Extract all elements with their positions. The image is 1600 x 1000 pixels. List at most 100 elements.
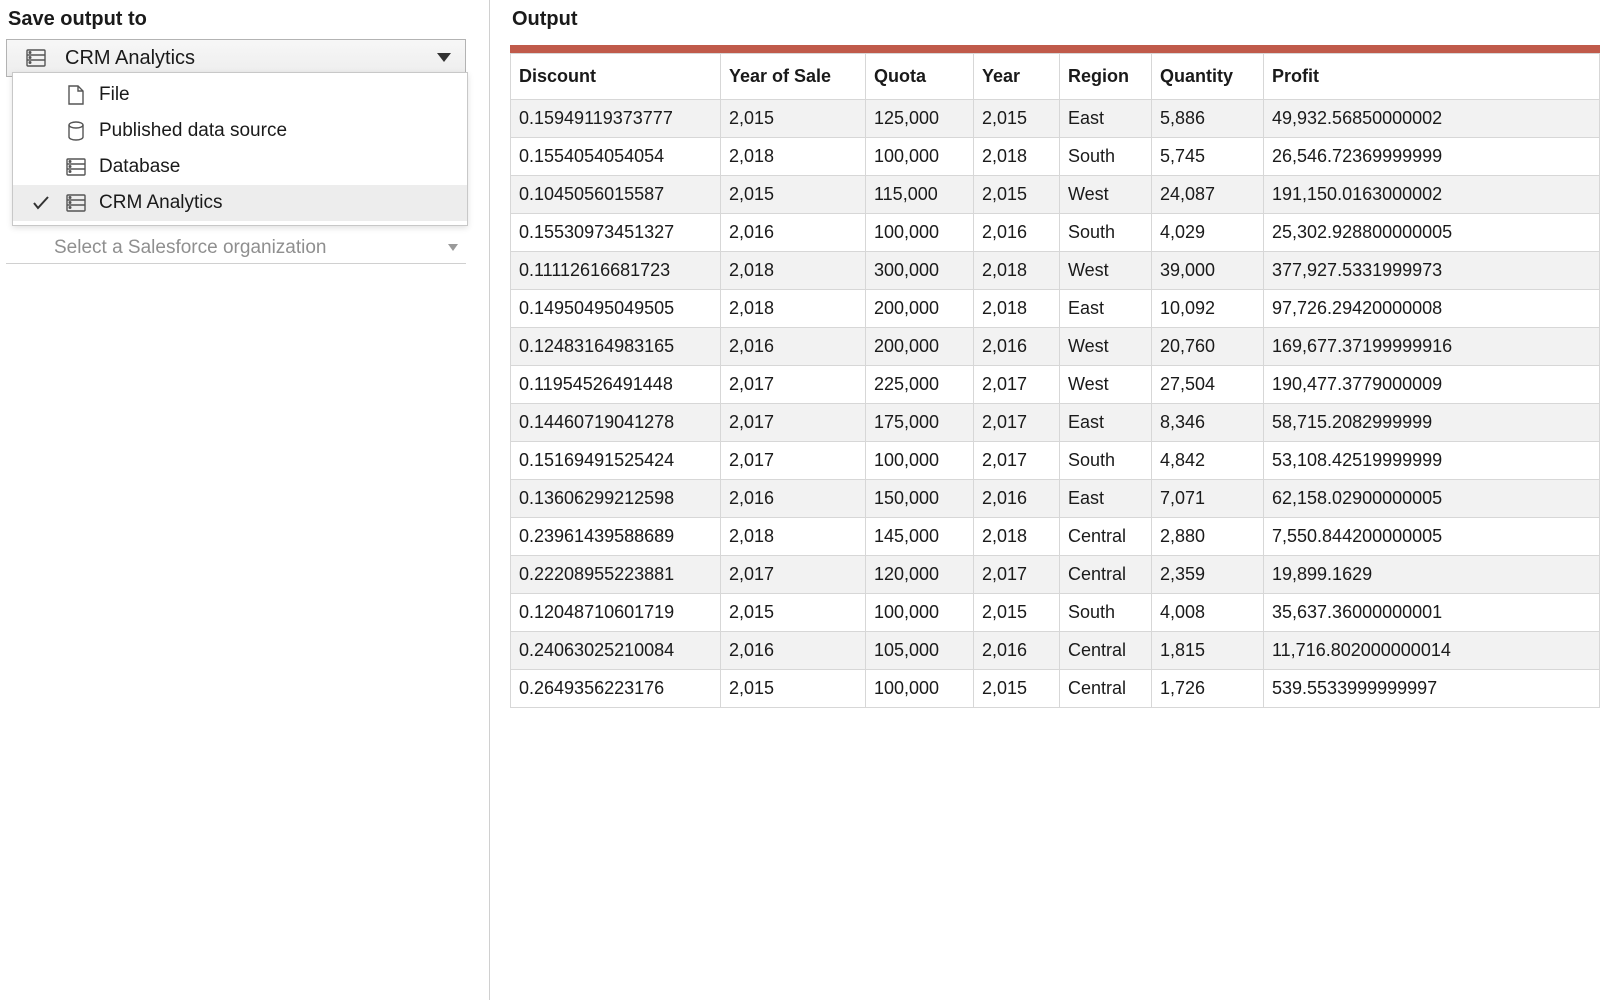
table-cell: 2,017 xyxy=(721,404,866,442)
table-row: 0.149504950495052,018200,0002,018East10,… xyxy=(511,290,1600,328)
table-cell: East xyxy=(1060,404,1152,442)
table-cell: 2,015 xyxy=(721,100,866,138)
table-row: 0.124831649831652,016200,0002,016West20,… xyxy=(511,328,1600,366)
table-cell: East xyxy=(1060,290,1152,328)
table-row: 0.222089552238812,017120,0002,017Central… xyxy=(511,556,1600,594)
table-cell: 2,016 xyxy=(721,214,866,252)
table-cell: 39,000 xyxy=(1152,252,1264,290)
table-cell: Central xyxy=(1060,556,1152,594)
table-row: 0.111126166817232,018300,0002,018West39,… xyxy=(511,252,1600,290)
table-cell: West xyxy=(1060,252,1152,290)
table-cell: Central xyxy=(1060,518,1152,556)
salesforce-org-dropdown[interactable]: Select a Salesforce organization xyxy=(6,237,466,264)
table-cell: 0.24063025210084 xyxy=(511,632,721,670)
database-icon xyxy=(65,156,87,178)
menu-item-file[interactable]: File xyxy=(13,77,467,113)
column-header[interactable]: Year of Sale xyxy=(721,54,866,100)
table-cell: 2,015 xyxy=(974,594,1060,632)
column-header[interactable]: Year xyxy=(974,54,1060,100)
table-cell: 8,346 xyxy=(1152,404,1264,442)
table-cell: 2,018 xyxy=(721,518,866,556)
save-output-menu: File Published data source Database CRM Ana… xyxy=(12,72,468,226)
column-header[interactable]: Quota xyxy=(866,54,974,100)
table-cell: 190,477.3779000009 xyxy=(1264,366,1600,404)
table-cell: 150,000 xyxy=(866,480,974,518)
menu-item-database[interactable]: Database xyxy=(13,149,467,185)
chevron-down-icon xyxy=(448,244,458,252)
table-cell: 2,016 xyxy=(974,480,1060,518)
table-cell: 11,716.802000000014 xyxy=(1264,632,1600,670)
table-cell: 1,726 xyxy=(1152,670,1264,708)
file-icon xyxy=(65,84,87,106)
table-cell: 62,158.02900000005 xyxy=(1264,480,1600,518)
table-cell: Central xyxy=(1060,632,1152,670)
table-cell: 2,016 xyxy=(721,328,866,366)
table-cell: 0.15530973451327 xyxy=(511,214,721,252)
table-cell: 2,017 xyxy=(721,556,866,594)
table-cell: 0.22208955223881 xyxy=(511,556,721,594)
table-cell: 2,015 xyxy=(721,594,866,632)
table-row: 0.239614395886892,018145,0002,018Central… xyxy=(511,518,1600,556)
output-panel: Output DiscountYear of SaleQuotaYearRegi… xyxy=(490,0,1600,1000)
table-cell: 0.11954526491448 xyxy=(511,366,721,404)
table-row: 0.136062992125982,016150,0002,016East7,0… xyxy=(511,480,1600,518)
table-row: 0.26493562231762,015100,0002,015Central1… xyxy=(511,670,1600,708)
table-row: 0.240630252100842,016105,0002,016Central… xyxy=(511,632,1600,670)
table-row: 0.144607190412782,017175,0002,017East8,3… xyxy=(511,404,1600,442)
table-cell: 0.1554054054054 xyxy=(511,138,721,176)
save-output-panel: Save output to CRM Analytics FilePublish… xyxy=(0,0,490,1000)
table-cell: 25,302.928800000005 xyxy=(1264,214,1600,252)
chevron-down-icon xyxy=(437,53,451,63)
menu-item-label: File xyxy=(99,84,130,106)
save-output-selected-label: CRM Analytics xyxy=(65,47,195,70)
table-cell: 0.1045056015587 xyxy=(511,176,721,214)
table-cell: South xyxy=(1060,442,1152,480)
table-cell: 100,000 xyxy=(866,670,974,708)
output-title: Output xyxy=(512,8,1600,31)
table-cell: 27,504 xyxy=(1152,366,1264,404)
menu-item-published-data-source[interactable]: Published data source xyxy=(13,113,467,149)
table-cell: South xyxy=(1060,138,1152,176)
column-header[interactable]: Region xyxy=(1060,54,1152,100)
table-cell: 0.12048710601719 xyxy=(511,594,721,632)
table-cell: 2,015 xyxy=(974,670,1060,708)
column-header[interactable]: Discount xyxy=(511,54,721,100)
table-cell: 53,108.42519999999 xyxy=(1264,442,1600,480)
table-cell: 2,015 xyxy=(721,176,866,214)
table-header-row: DiscountYear of SaleQuotaYearRegionQuant… xyxy=(511,54,1600,100)
table-cell: 2,017 xyxy=(974,366,1060,404)
menu-item-label: CRM Analytics xyxy=(99,192,223,214)
table-cell: Central xyxy=(1060,670,1152,708)
output-table: DiscountYear of SaleQuotaYearRegionQuant… xyxy=(510,53,1600,708)
menu-item-label: Database xyxy=(99,156,180,178)
table-cell: 97,726.29420000008 xyxy=(1264,290,1600,328)
table-cell: 2,018 xyxy=(974,290,1060,328)
table-cell: 4,008 xyxy=(1152,594,1264,632)
table-cell: 49,932.56850000002 xyxy=(1264,100,1600,138)
salesforce-org-placeholder: Select a Salesforce organization xyxy=(54,237,327,259)
table-cell: 2,018 xyxy=(974,518,1060,556)
table-cell: 191,150.0163000002 xyxy=(1264,176,1600,214)
table-cell: West xyxy=(1060,176,1152,214)
table-cell: 2,018 xyxy=(721,290,866,328)
column-header[interactable]: Profit xyxy=(1264,54,1600,100)
table-cell: 1,815 xyxy=(1152,632,1264,670)
table-cell: 4,029 xyxy=(1152,214,1264,252)
table-cell: 0.14950495049505 xyxy=(511,290,721,328)
column-header[interactable]: Quantity xyxy=(1152,54,1264,100)
menu-item-crm-analytics[interactable]: CRM Analytics xyxy=(13,185,467,221)
table-cell: 2,017 xyxy=(974,442,1060,480)
table-cell: 19,899.1629 xyxy=(1264,556,1600,594)
table-cell: 100,000 xyxy=(866,138,974,176)
table-cell: 169,677.37199999916 xyxy=(1264,328,1600,366)
table-cell: 200,000 xyxy=(866,328,974,366)
table-cell: 100,000 xyxy=(866,442,974,480)
table-cell: 0.12483164983165 xyxy=(511,328,721,366)
table-cell: East xyxy=(1060,100,1152,138)
table-cell: 2,017 xyxy=(721,442,866,480)
table-cell: 2,016 xyxy=(721,480,866,518)
table-cell: 2,016 xyxy=(721,632,866,670)
table-cell: 145,000 xyxy=(866,518,974,556)
table-cell: 0.2649356223176 xyxy=(511,670,721,708)
table-row: 0.15540540540542,018100,0002,018South5,7… xyxy=(511,138,1600,176)
